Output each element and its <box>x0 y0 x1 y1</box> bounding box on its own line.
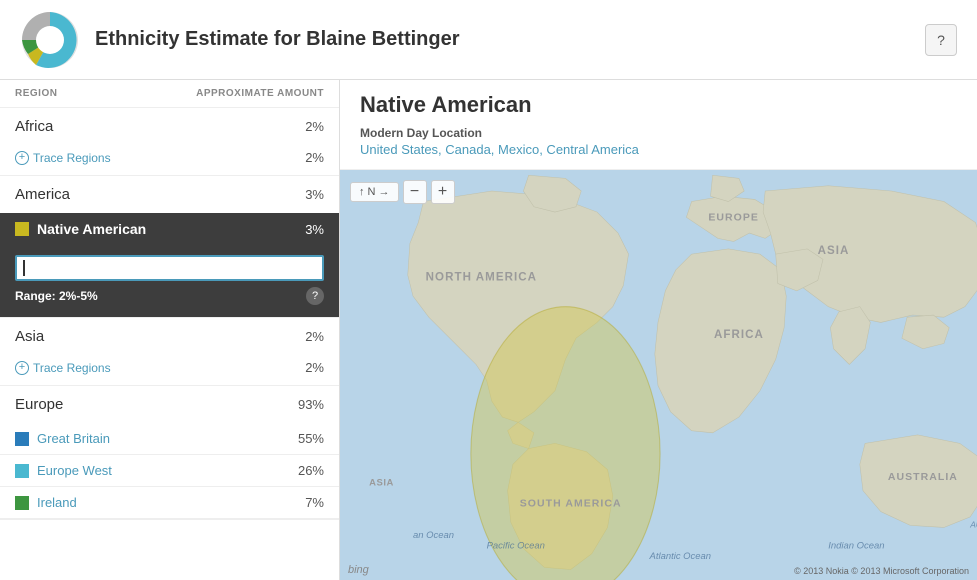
svg-text:NORTH AMERICA: NORTH AMERICA <box>426 271 537 283</box>
selected-item-native-american[interactable]: Native American 3% <box>0 213 339 245</box>
trace-label-africa: + Trace Regions <box>15 151 111 165</box>
range-input-wrapper[interactable] <box>15 255 324 281</box>
europe-west-pct: 26% <box>298 463 324 478</box>
svg-text:AUSTRALIA: AUSTRALIA <box>888 471 958 483</box>
col-amount: APPROXIMATE AMOUNT <box>196 88 324 99</box>
range-area: Range: 2%-5% ? <box>0 245 339 317</box>
zoom-in-button[interactable]: + <box>431 180 455 204</box>
map-container[interactable]: NORTH AMERICA SOUTH AMERICA AFRICA ASIA … <box>340 170 977 580</box>
sub-item-label-ireland: Ireland <box>15 495 77 510</box>
range-label: Range: 2%-5% <box>15 289 98 303</box>
region-pct-europe: 93% <box>298 397 324 412</box>
native-american-pct: 3% <box>305 222 324 237</box>
range-label-row: Range: 2%-5% ? <box>15 287 324 305</box>
left-panel: REGION APPROXIMATE AMOUNT Africa 2% + Tr… <box>0 80 340 580</box>
main-layout: REGION APPROXIMATE AMOUNT Africa 2% + Tr… <box>0 80 977 580</box>
bing-logo: bing <box>348 564 369 576</box>
svg-text:AFRICA: AFRICA <box>714 329 764 341</box>
detail-location-label: Modern Day Location <box>360 126 957 140</box>
pie-chart-logo <box>20 10 80 70</box>
sub-item-label-europe-west: Europe West <box>15 463 112 478</box>
region-pct-asia: 2% <box>305 329 324 344</box>
region-name-africa: Africa <box>15 118 53 135</box>
native-american-swatch <box>15 222 29 236</box>
region-group-asia: Asia 2% + Trace Regions 2% <box>0 318 339 386</box>
europe-west-swatch <box>15 464 29 478</box>
selected-item-label: Native American <box>15 221 146 237</box>
trace-row-africa[interactable]: + Trace Regions 2% <box>0 145 339 175</box>
svg-text:AU: AU <box>969 519 977 529</box>
region-row-europe[interactable]: Europe 93% <box>0 386 339 423</box>
great-britain-swatch <box>15 432 29 446</box>
ireland-pct: 7% <box>305 495 324 510</box>
svg-text:Atlantic Ocean: Atlantic Ocean <box>649 551 711 562</box>
trace-row-asia[interactable]: + Trace Regions 2% <box>0 355 339 385</box>
trace-pct-africa: 2% <box>305 150 324 165</box>
detail-location-value: United States, Canada, Mexico, Central A… <box>360 142 957 157</box>
sub-item-row-europe-west[interactable]: Europe West 26% <box>0 455 339 487</box>
region-row-africa[interactable]: Africa 2% <box>0 108 339 145</box>
region-name-asia: Asia <box>15 328 44 345</box>
page-title: Ethnicity Estimate for Blaine Bettinger <box>95 28 925 51</box>
col-region: REGION <box>15 88 57 99</box>
detail-header: Native American Modern Day Location Unit… <box>340 80 977 170</box>
svg-text:ASIA: ASIA <box>818 245 850 257</box>
region-group-america: America 3% Native American 3% Range: 2%-… <box>0 176 339 318</box>
trace-pct-asia: 2% <box>305 360 324 375</box>
map-controls: ↑ N → − + <box>350 180 455 204</box>
range-help-button[interactable]: ? <box>306 287 324 305</box>
region-row-america[interactable]: America 3% <box>0 176 339 213</box>
trace-label-asia: + Trace Regions <box>15 361 111 375</box>
map-attribution: © 2013 Nokia © 2013 Microsoft Corporatio… <box>794 566 969 576</box>
ireland-swatch <box>15 496 29 510</box>
region-group-africa: Africa 2% + Trace Regions 2% <box>0 108 339 176</box>
great-britain-pct: 55% <box>298 431 324 446</box>
help-button[interactable]: ? <box>925 24 957 56</box>
region-pct-america: 3% <box>305 187 324 202</box>
add-circle-icon: + <box>15 151 29 165</box>
region-row-asia[interactable]: Asia 2% <box>0 318 339 355</box>
right-panel: Native American Modern Day Location Unit… <box>340 80 977 580</box>
app-header: Ethnicity Estimate for Blaine Bettinger … <box>0 0 977 80</box>
svg-text:Indian Ocean: Indian Ocean <box>828 540 884 551</box>
sub-item-row-great-britain[interactable]: Great Britain 55% <box>0 423 339 455</box>
column-headers: REGION APPROXIMATE AMOUNT <box>0 80 339 108</box>
detail-title: Native American <box>360 92 957 118</box>
region-name-america: America <box>15 186 70 203</box>
add-circle-icon-asia: + <box>15 361 29 375</box>
range-cursor <box>23 260 25 276</box>
svg-text:EUROPE: EUROPE <box>708 211 759 223</box>
zoom-out-button[interactable]: − <box>403 180 427 204</box>
svg-text:an Ocean: an Ocean <box>413 530 454 541</box>
svg-text:Pacific Ocean: Pacific Ocean <box>487 540 545 551</box>
region-group-europe: Europe 93% Great Britain 55% Europe West… <box>0 386 339 520</box>
sub-item-label-great-britain: Great Britain <box>15 431 110 446</box>
region-name-europe: Europe <box>15 396 63 413</box>
world-map-svg: NORTH AMERICA SOUTH AMERICA AFRICA ASIA … <box>340 170 977 580</box>
svg-text:SOUTH AMERICA: SOUTH AMERICA <box>520 497 622 509</box>
sub-item-row-ireland[interactable]: Ireland 7% <box>0 487 339 519</box>
native-american-label: Native American <box>37 221 146 237</box>
svg-text:ASIA: ASIA <box>369 477 394 488</box>
compass-button[interactable]: ↑ N → <box>350 182 399 202</box>
region-pct-africa: 2% <box>305 119 324 134</box>
